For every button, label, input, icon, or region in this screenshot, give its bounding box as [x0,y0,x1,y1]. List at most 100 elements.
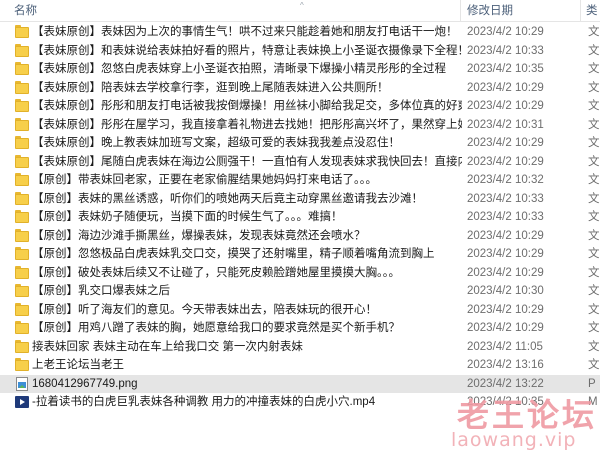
folder-row[interactable]: 【原创】表妹的黑丝诱惑，听你们的喷她两天后竟主动穿黑丝邀请我去沙滩！ 2023/4… [0,190,600,209]
file-name: 【原创】忽悠极品白虎表妹乳交口交，摸哭了还射嘴里，精子顺着嘴角流到胸上 [32,248,435,260]
file-date-modified: 2023/4/2 10:29 [467,322,544,334]
file-type: 文 [588,63,600,75]
folder-row[interactable]: 【表妹原创】表妹因为上次的事情生气！哄不过来只能趁着她和朋友打电话干一炮！ 202… [0,23,600,42]
folder-icon [15,191,29,206]
file-type: 文 [588,229,600,242]
folder-row[interactable]: 【原创】破处表妹后续又不让碰了，只能死皮赖脸蹭她屋里摸摸大胸。。。 2023/4/… [0,264,600,283]
file-date-modified: 2023/4/2 10:29 [467,155,544,168]
folder-row[interactable]: 【原创】听了海友们的意见。今天带表妹出去，陪表妹玩的很开心！ 2023/4/2 1… [0,301,600,320]
file-name: 【原创】用鸡八蹭了表妹的胸，她愿意给我口的要求竟然是买个新手机？ [32,322,400,334]
file-type: 文 [588,359,600,371]
file-name: 【表妹原创】表妹因为上次的事情生气！哄不过来只能趁着她和朋友打电话干一炮！ [32,26,458,38]
file-date-modified: 2023/4/2 10:29 [467,229,544,242]
watermark-url: laowang.vip [451,429,577,451]
file-type: 文 [588,266,600,279]
file-type: 文 [588,137,600,149]
file-name: 【原创】乳交口爆表妹之后 [32,285,170,297]
file-name: 上老王论坛当老王 [32,359,124,371]
folder-icon [15,358,29,372]
file-date-modified: 2023/4/2 10:29 [467,81,544,94]
file-name: 【表妹原创】彤彤和朋友打电话被我按倒爆操！用丝袜小脚给我足交，多体位真的好爽！ [32,100,462,112]
column-header-date-modified[interactable]: 修改日期 [467,0,577,22]
folder-icon [15,210,29,224]
folder-row[interactable]: 【原创】带表妹回老家，正要在老家偷腥结果她妈妈打来电话了。。。 2023/4/2 … [0,171,600,190]
image-file-icon [15,376,29,391]
folder-icon [15,62,29,76]
file-type: 文 [588,44,600,57]
folder-icon [15,247,29,261]
file-name: 【表妹原创】陪表妹去学校拿行李，逛到晚上尾随表妹进入公共厕所！ [32,81,389,94]
folder-row[interactable]: 接表妹回家 表妹主动在车上给我口交 第一次内射表妹 2023/4/2 11:05 文 [0,338,600,357]
file-date-modified: 2023/4/2 10:35 [467,63,544,75]
folder-row[interactable]: 【原创】表妹奶子随便玩，当摸下面的时候生气了。。。难搞！ 2023/4/2 10:… [0,208,600,227]
file-date-modified: 2023/4/2 11:05 [467,340,543,353]
file-type: 文 [588,155,600,168]
file-type: 文 [588,322,600,334]
folder-icon [15,339,29,354]
folder-row[interactable]: 【原创】海边沙滩手撕黑丝，爆操表妹，发现表妹竟然还会喷水？ 2023/4/2 10… [0,227,600,246]
file-date-modified: 2023/4/2 13:16 [467,359,544,371]
file-name: 【原创】带表妹回老家，正要在老家偷腥结果她妈妈打来电话了。。。 [32,174,377,186]
file-name: 【表妹原创】彤彤在屋学习，我直接拿着礼物进去找她！把彤彤高兴坏了，果然穿上好美 [32,118,462,131]
file-type: 文 [588,285,600,297]
folder-icon [15,25,29,39]
folder-icon [15,228,29,243]
folder-icon [15,117,29,132]
folder-row[interactable]: 【表妹原创】陪表妹去学校拿行李，逛到晚上尾随表妹进入公共厕所！ 2023/4/2 … [0,79,600,98]
column-divider[interactable] [460,0,461,22]
folder-row[interactable]: 【原创】用鸡八蹭了表妹的胸，她愿意给我口的要求竟然是买个新手机？ 2023/4/2… [0,319,600,338]
file-date-modified: 2023/4/2 10:31 [467,118,544,131]
folder-icon [15,136,29,150]
folder-row[interactable]: 上老王论坛当老王 2023/4/2 13:16 文 [0,356,600,375]
file-type: 文 [588,248,600,260]
column-header-bar: 名称 ^ 修改日期 类 [0,0,600,22]
file-date-modified: 2023/4/2 10:30 [467,285,544,297]
folder-icon [15,154,29,169]
file-name: 【表妹原创】和表妹说给表妹拍好看的照片，特意让表妹换上小圣诞衣摄像录下全程！ [32,44,462,57]
folder-icon [15,173,29,187]
file-list: 【表妹原创】表妹因为上次的事情生气！哄不过来只能趁着她和朋友打电话干一炮！ 202… [0,23,600,412]
file-type: 文 [588,118,600,131]
file-type: 文 [588,303,600,316]
folder-icon [15,284,29,298]
folder-row[interactable]: 【表妹原创】忽悠白虎表妹穿上小圣诞衣拍照，清晰录下爆操小精灵彤彤的全过程 2023… [0,60,600,79]
folder-icon [15,99,29,113]
folder-row[interactable]: 【表妹原创】晚上教表妹加班写文案，超级可爱的表妹我我差点没忍住！ 2023/4/2… [0,134,600,153]
folder-row[interactable]: 【表妹原创】尾随白虎表妹在海边公厕强干！一直怕有人发现表妹求我快回去！直接内射 2… [0,153,600,172]
file-name: 【表妹原创】晚上教表妹加班写文案，超级可爱的表妹我我差点没忍住！ [32,137,400,149]
file-type: 文 [588,174,600,186]
file-date-modified: 2023/4/2 10:29 [467,266,544,279]
folder-row[interactable]: 【表妹原创】和表妹说给表妹拍好看的照片，特意让表妹换上小圣诞衣摄像录下全程！ 20… [0,42,600,61]
folder-row[interactable]: 【原创】忽悠极品白虎表妹乳交口交，摸哭了还射嘴里，精子顺着嘴角流到胸上 2023/… [0,245,600,264]
file-name: 【表妹原创】忽悠白虎表妹穿上小圣诞衣拍照，清晰录下爆操小精灵彤彤的全过程 [32,63,446,75]
column-header-name[interactable]: 名称 [14,0,454,22]
file-date-modified: 2023/4/2 10:32 [467,174,544,186]
file-date-modified: 2023/4/2 10:33 [467,211,544,223]
column-header-type[interactable]: 类 [586,0,600,22]
file-date-modified: 2023/4/2 10:33 [467,192,544,205]
file-type: 文 [588,192,600,205]
folder-icon [15,43,29,58]
file-name: 接表妹回家 表妹主动在车上给我口交 第一次内射表妹 [32,340,303,353]
folder-row[interactable]: 【原创】乳交口爆表妹之后 2023/4/2 10:30 文 [0,282,600,301]
folder-icon [15,265,29,280]
column-divider[interactable] [580,0,581,22]
file-type: 文 [588,100,600,112]
file-name: 【原创】表妹奶子随便玩，当摸下面的时候生气了。。。难搞！ [32,211,343,223]
file-date-modified: 2023/4/2 10:29 [467,137,544,149]
sort-up-icon: ^ [300,1,304,10]
file-name: 【原创】海边沙滩手撕黑丝，爆操表妹，发现表妹竟然还会喷水？ [32,229,366,242]
file-name: 【原创】听了海友们的意见。今天带表妹出去，陪表妹玩的很开心！ [32,303,377,316]
file-type: 文 [588,211,600,223]
video-file-icon [15,395,29,409]
watermark: 老王论坛 laowang.vip [417,382,597,460]
file-name: 【原创】破处表妹后续又不让碰了，只能死皮赖脸蹭她屋里摸摸大胸。。。 [32,266,400,279]
file-name: 【表妹原创】尾随白虎表妹在海边公厕强干！一直怕有人发现表妹求我快回去！直接内射 [32,155,462,168]
file-type: 文 [588,81,600,94]
folder-row[interactable]: 【表妹原创】彤彤和朋友打电话被我按倒爆操！用丝袜小脚给我足交，多体位真的好爽！ 2… [0,97,600,116]
file-type: 文 [588,26,600,38]
folder-row[interactable]: 【表妹原创】彤彤在屋学习，我直接拿着礼物进去找她！把彤彤高兴坏了，果然穿上好美 2… [0,116,600,135]
folder-icon [15,80,29,95]
file-name: 【原创】表妹的黑丝诱惑，听你们的喷她两天后竟主动穿黑丝邀请我去沙滩！ [32,192,423,205]
file-date-modified: 2023/4/2 10:29 [467,248,544,260]
